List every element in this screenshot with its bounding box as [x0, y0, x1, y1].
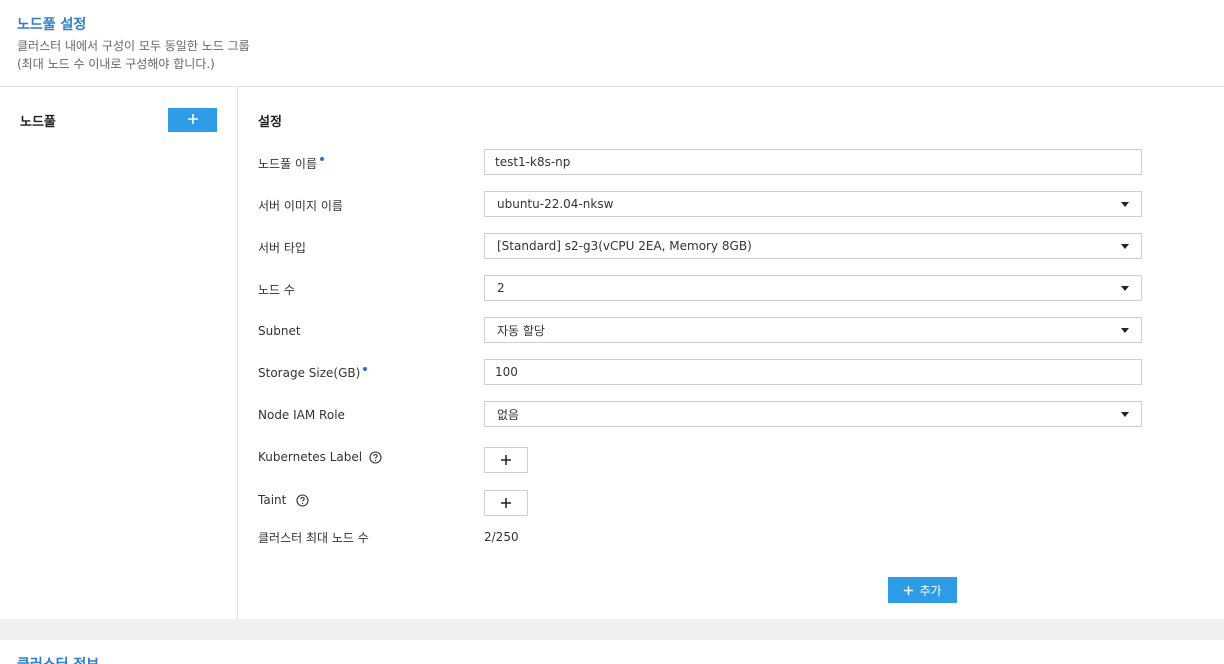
server-image-label-text: 서버 이미지 이름 — [258, 198, 343, 213]
server-type-label-text: 서버 타입 — [258, 240, 306, 255]
chevron-down-icon — [1121, 286, 1129, 291]
description-line-1: 클러스터 내에서 구성이 모두 동일한 노드 그룹 — [17, 39, 250, 53]
server-image-select[interactable]: ubuntu-22.04-nksw — [484, 191, 1142, 217]
description-line-2: (최대 노드 수 이내로 구성해야 합니다.) — [17, 57, 215, 71]
chevron-down-icon — [1121, 202, 1129, 207]
cluster-max-nodes-value: 2/250 — [484, 530, 519, 544]
server-type-value: [Standard] s2-g3(vCPU 2EA, Memory 8GB) — [497, 239, 752, 253]
subnet-select[interactable]: 자동 할당 — [484, 317, 1142, 343]
storage-size-input[interactable]: 100 — [484, 359, 1142, 385]
storage-size-value: 100 — [495, 365, 518, 379]
add-taint-button[interactable] — [484, 490, 528, 516]
add-button-label: 추가 — [919, 583, 942, 598]
storage-size-label: Storage Size(GB) — [258, 364, 368, 382]
nodepool-list-column: 노드풀 — [0, 87, 238, 619]
plus-icon — [904, 585, 914, 595]
node-count-select[interactable]: 2 — [484, 275, 1142, 301]
page-description: 클러스터 내에서 구성이 모두 동일한 노드 그룹 (최대 노드 수 이내로 구… — [17, 37, 250, 73]
server-type-label: 서버 타입 — [258, 238, 306, 256]
node-iam-role-value: 없음 — [497, 407, 520, 422]
chevron-down-icon — [1121, 412, 1129, 417]
node-iam-role-select[interactable]: 없음 — [484, 401, 1142, 427]
storage-size-label-text: Storage Size(GB) — [258, 366, 361, 380]
nodepool-name-value: test1-k8s-np — [495, 155, 571, 169]
taint-label: Taint — [258, 491, 309, 509]
settings-title: 설정 — [258, 115, 282, 130]
server-type-select[interactable]: [Standard] s2-g3(vCPU 2EA, Memory 8GB) — [484, 233, 1142, 259]
cluster-info-title: 클러스터 정보 — [17, 654, 99, 664]
cluster-max-nodes-label: 클러스터 최대 노드 수 — [258, 528, 369, 546]
add-button[interactable]: 추가 — [888, 577, 957, 603]
kubernetes-label-label: Kubernetes Label — [258, 448, 382, 466]
plus-icon — [187, 113, 198, 124]
nodepool-name-label-text: 노드풀 이름 — [258, 156, 318, 171]
server-image-value: ubuntu-22.04-nksw — [497, 197, 614, 211]
node-count-label: 노드 수 — [258, 280, 295, 298]
nodepool-name-label: 노드풀 이름 — [258, 154, 325, 172]
help-circle-icon[interactable] — [369, 450, 382, 464]
cluster-info-section: 클러스터 정보 — [0, 640, 1224, 664]
nodepool-settings-header: 노드풀 설정 클러스터 내에서 구성이 모두 동일한 노드 그룹 (최대 노드 … — [0, 0, 1224, 87]
required-dot-icon — [363, 366, 368, 371]
subnet-value: 자동 할당 — [497, 323, 545, 338]
plus-icon — [501, 498, 511, 508]
plus-icon — [501, 455, 511, 465]
chevron-down-icon — [1121, 328, 1129, 333]
page-title: 노드풀 설정 — [17, 17, 87, 33]
required-dot-icon — [320, 156, 325, 161]
chevron-down-icon — [1121, 244, 1129, 249]
node-iam-role-label-text: Node IAM Role — [258, 408, 345, 422]
server-image-label: 서버 이미지 이름 — [258, 196, 343, 214]
kubernetes-label-label-text: Kubernetes Label — [258, 450, 363, 464]
node-count-label-text: 노드 수 — [258, 282, 295, 297]
node-iam-role-label: Node IAM Role — [258, 406, 345, 424]
nodepool-list-title: 노드풀 — [20, 115, 56, 130]
help-circle-icon[interactable] — [296, 493, 309, 507]
subnet-label-text: Subnet — [258, 324, 301, 338]
nodepool-name-input[interactable]: test1-k8s-np — [484, 149, 1142, 175]
node-count-value: 2 — [497, 281, 505, 295]
cluster-max-nodes-label-text: 클러스터 최대 노드 수 — [258, 530, 369, 545]
taint-label-text: Taint — [258, 493, 287, 507]
add-nodepool-button[interactable] — [168, 108, 217, 132]
add-kubernetes-label-button[interactable] — [484, 447, 528, 473]
subnet-label: Subnet — [258, 322, 301, 340]
nodepool-main-panel: 노드풀 설정 노드풀 이름 test1-k8s-np 서버 이미지 이름 ubu… — [0, 87, 1224, 619]
